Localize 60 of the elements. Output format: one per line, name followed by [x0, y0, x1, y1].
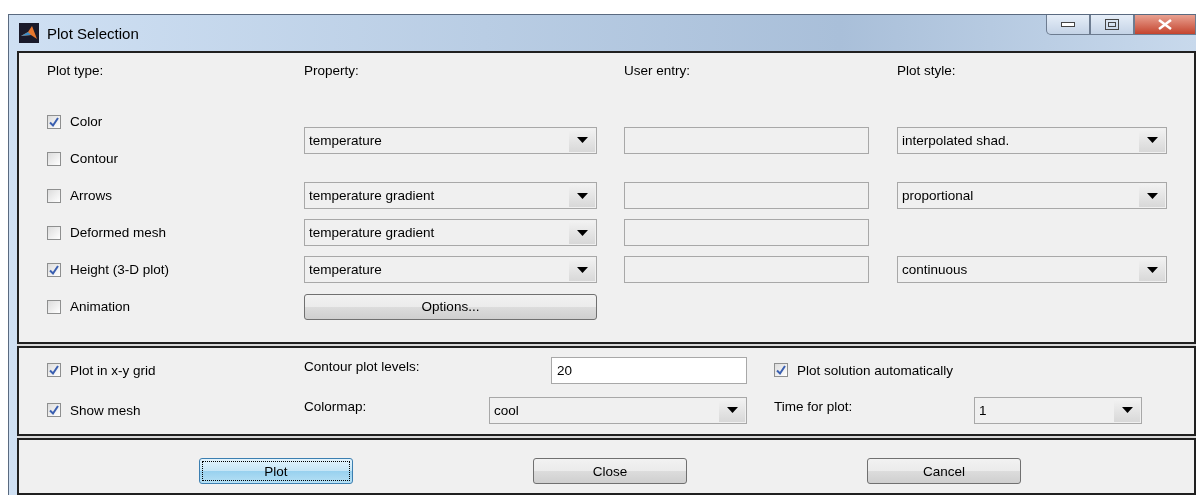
checkbox[interactable]	[47, 114, 61, 129]
checkbox[interactable]	[47, 403, 61, 417]
checkbox-label: Plot in x-y grid	[70, 362, 156, 378]
checkbox-label: Deformed mesh	[70, 225, 167, 240]
minimize-icon	[1061, 22, 1075, 27]
maximize-icon	[1105, 19, 1119, 30]
caret-icon	[726, 407, 738, 413]
caret-icon	[1146, 192, 1158, 199]
checkbox[interactable]	[47, 299, 61, 314]
dropdown[interactable]: temperature	[304, 256, 597, 283]
caret-icon	[576, 192, 588, 199]
field-label: Colormap:	[304, 398, 368, 414]
column-header: Plot style:	[897, 63, 956, 78]
window-title: Plot Selection	[47, 24, 139, 42]
caret-icon	[576, 137, 588, 143]
column-header: Property:	[304, 63, 359, 78]
checkbox[interactable]	[47, 151, 61, 166]
dropdown[interactable]: continuous	[897, 256, 1167, 283]
checkbox[interactable]	[774, 363, 788, 377]
input-field[interactable]	[624, 219, 869, 246]
close-icon	[1158, 19, 1172, 30]
column-header: Plot type:	[47, 63, 104, 78]
dropdown[interactable]: interpolated shad.	[897, 126, 1167, 154]
field-label: Contour plot levels:	[304, 358, 421, 374]
field-label: Time for plot:	[774, 398, 854, 414]
caret-icon	[576, 229, 588, 236]
dropdown[interactable]: 1	[974, 396, 1142, 424]
column-header: User entry:	[624, 63, 691, 78]
dialog-button[interactable]: Close	[533, 458, 687, 484]
dropdown[interactable]: temperature gradient	[304, 219, 597, 246]
dialog-button[interactable]: Cancel	[867, 458, 1021, 484]
checkbox-label: Color	[70, 114, 103, 129]
checkbox[interactable]	[47, 363, 61, 377]
options-button[interactable]: Options...	[304, 293, 597, 320]
caret-icon	[1146, 137, 1158, 143]
input-field[interactable]	[624, 182, 869, 209]
caret-icon	[1121, 407, 1133, 413]
checkbox[interactable]	[47, 262, 61, 277]
input-field[interactable]	[624, 256, 869, 283]
checkbox-label: Contour	[70, 151, 119, 166]
caret-icon	[1146, 266, 1158, 273]
app-logo-icon	[19, 23, 39, 43]
dropdown[interactable]: cool	[489, 396, 747, 424]
dropdown[interactable]: temperature	[304, 126, 597, 154]
checkbox[interactable]	[47, 225, 61, 240]
dialog-button[interactable]: Plot	[199, 458, 353, 484]
checkbox-label: Height (3-D plot)	[70, 262, 170, 277]
close-button[interactable]	[1134, 15, 1196, 35]
checkbox-label: Plot solution automatically	[797, 362, 954, 378]
checkbox-label: Arrows	[70, 188, 112, 203]
minimize-button[interactable]	[1046, 15, 1090, 35]
caret-icon	[576, 266, 588, 273]
input-field[interactable]: 20	[551, 356, 747, 384]
input-field[interactable]	[624, 126, 869, 154]
checkbox-label: Animation	[70, 299, 131, 314]
checkbox[interactable]	[47, 188, 61, 203]
dropdown[interactable]: temperature gradient	[304, 182, 597, 209]
dropdown[interactable]: proportional	[897, 182, 1167, 209]
maximize-button[interactable]	[1090, 15, 1134, 35]
checkbox-label: Show mesh	[70, 402, 141, 418]
